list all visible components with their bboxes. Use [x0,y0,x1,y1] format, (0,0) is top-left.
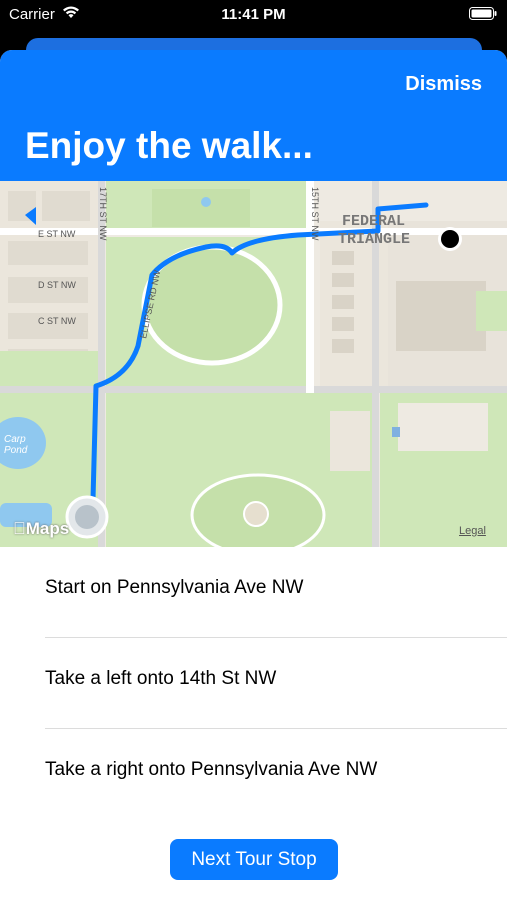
next-tour-stop-button[interactable]: Next Tour Stop [170,839,338,880]
list-item: Start on Pennsylvania Ave NW [45,547,507,638]
direction-step-text: Start on Pennsylvania Ave NW [45,577,304,598]
federal-label: FEDERAL [342,213,405,230]
list-item: Take a left onto 14th St NW [45,638,507,729]
maps-logo-text: Maps [13,519,69,538]
seventeenth-st-label: 17TH ST NW [98,187,108,241]
list-item: Take a right onto Pennsylvania Ave NW [45,729,507,820]
carp-pond-label-line2: Pond [4,445,28,456]
triangle-label: TRIANGLE [338,231,410,248]
sheet-header: Dismiss Enjoy the walk... [0,50,507,181]
tour-sheet: Dismiss Enjoy the walk... E ST NW D ST N… [0,50,507,900]
c-st-label: C ST NW [38,316,76,326]
direction-step-text: Take a left onto 14th St NW [45,668,277,689]
legal-link[interactable]: Legal [459,525,486,537]
clock-time: 11:41 PM [221,6,286,23]
carp-pond-label-line1: Carp [4,434,26,445]
map-canvas: E ST NW D ST NW C ST NW 17TH ST NW 15TH … [0,181,507,547]
battery-icon [469,7,497,24]
fifteenth-st-label: 15TH ST NW [310,187,320,241]
d-st-label: D ST NW [38,280,76,290]
status-bar: Carrier 11:41 PM [0,0,507,30]
apple-maps-logo: Maps [13,519,69,539]
route-map[interactable]: E ST NW D ST NW C ST NW 17TH ST NW 15TH … [0,181,507,547]
e-st-label: E ST NW [38,229,76,239]
page-title: Enjoy the walk... [25,125,313,166]
dismiss-button[interactable]: Dismiss [405,73,482,96]
direction-step-text: Take a right onto Pennsylvania Ave NW [45,759,378,780]
